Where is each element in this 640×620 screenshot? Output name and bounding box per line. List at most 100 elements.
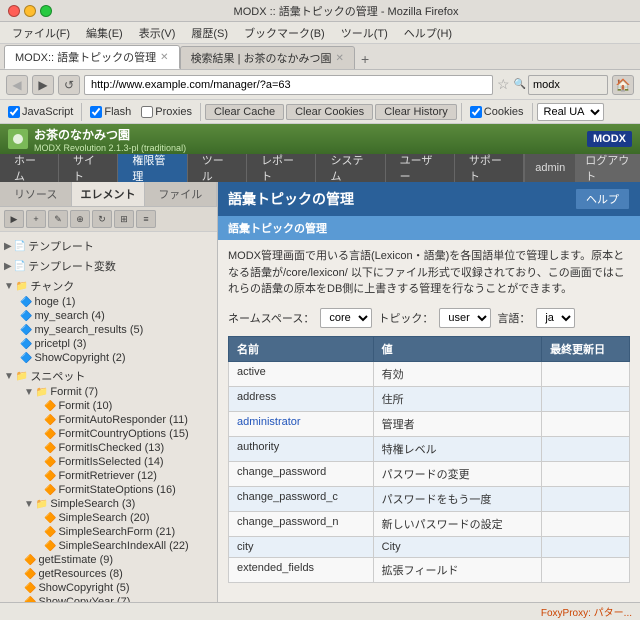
new-tab-button[interactable]: + (355, 49, 375, 69)
menu-file[interactable]: ファイル(F) (4, 23, 78, 43)
tab-search[interactable]: 検索結果 | お茶のなかみつ園 ✕ (180, 46, 355, 69)
back-button[interactable]: ◀ (6, 75, 28, 95)
tree-leaf-formitchecked[interactable]: 🔶 FormitIsChecked (13) (40, 441, 217, 455)
tree-item-snippet-folder: ▼ 📁 スニペット ▼ 📁 Formit (7) 🔶 Formit (10) (0, 366, 217, 602)
nav-report[interactable]: レポート (247, 154, 316, 182)
site-header: お茶のなかみつ園 MODX Revolution 2.1.3-pl (tradi… (0, 124, 640, 154)
tree-folder-chunk[interactable]: ▼ 📁 チャンク (0, 277, 217, 295)
proxies-toggle[interactable]: Proxies (137, 105, 196, 119)
menu-edit[interactable]: 編集(E) (78, 23, 131, 43)
maximize-button[interactable] (40, 5, 52, 17)
clear-cookies-button[interactable]: Clear Cookies (286, 104, 373, 120)
sidebar-tab-elements[interactable]: エレメント (72, 182, 144, 206)
tree-leaf-hoge[interactable]: 🔷 hoge (1) (16, 295, 217, 309)
lang-select[interactable]: ja (536, 308, 575, 328)
content-description: MODX管理画面で用いる言語(Lexicon・語彙)を各国語単位で管理します。原… (228, 248, 630, 298)
flash-checkbox[interactable] (90, 106, 102, 118)
sidebar-btn-1[interactable]: ▶ (4, 210, 24, 228)
clear-cache-button[interactable]: Clear Cache (205, 104, 284, 120)
tab-close-modx[interactable]: ✕ (160, 52, 168, 63)
namespace-select[interactable]: core (320, 308, 372, 328)
tree-label-tv: テンプレート変数 (28, 258, 116, 274)
tv-icon: 📄 (14, 261, 26, 272)
tree-leaf-simplesearchindexall[interactable]: 🔶 SimpleSearchIndexAll (22) (40, 539, 217, 553)
tree-folder-simplesearch[interactable]: ▼ 📁 SimpleSearch (3) (16, 497, 217, 511)
topic-select[interactable]: user (439, 308, 491, 328)
tree-leaf-simplesearch20[interactable]: 🔶 SimpleSearch (20) (40, 511, 217, 525)
tree-leaf-showcopyright[interactable]: 🔷 ShowCopyright (2) (16, 351, 217, 365)
menu-view[interactable]: 表示(V) (131, 23, 184, 43)
tree-folder-tv[interactable]: ▶ 📄 テンプレート変数 (0, 257, 217, 275)
nav-support[interactable]: サポート (455, 154, 524, 182)
proxies-checkbox[interactable] (141, 106, 153, 118)
tree-leaf-simplesearchform[interactable]: 🔶 SimpleSearchForm (21) (40, 525, 217, 539)
menu-help[interactable]: ヘルプ(H) (396, 23, 460, 43)
address-input[interactable] (84, 75, 493, 95)
cell-name-link[interactable]: administrator (237, 416, 301, 428)
sidebar-btn-2[interactable]: + (26, 210, 46, 228)
sidebar-tab-resources[interactable]: リソース (0, 182, 72, 206)
nav-site[interactable]: サイト (59, 154, 118, 182)
cell-name: address (229, 386, 374, 411)
tree-folder-formit[interactable]: ▼ 📁 Formit (7) (16, 385, 217, 399)
tree-leaf-formitauto[interactable]: 🔶 FormitAutoResponder (11) (40, 413, 217, 427)
nav-user[interactable]: ユーザー (386, 154, 455, 182)
cell-name: active (229, 361, 374, 386)
reload-button[interactable]: ↺ (58, 75, 80, 95)
search-input[interactable] (528, 75, 608, 95)
cookies-checkbox[interactable] (470, 106, 482, 118)
help-button[interactable]: ヘルプ (575, 188, 630, 210)
cookies-toggle[interactable]: Cookies (466, 105, 528, 119)
expand-icon-snippet: ▼ (4, 371, 14, 382)
cell-name: administrator (229, 411, 374, 436)
tree-leaf-formit10[interactable]: 🔶 Formit (10) (40, 399, 217, 413)
home-button[interactable]: 🏠 (612, 75, 634, 95)
sidebar-btn-6[interactable]: ⊞ (114, 210, 134, 228)
sidebar-btn-7[interactable]: ≡ (136, 210, 156, 228)
menu-history[interactable]: 履歴(S) (183, 23, 236, 43)
sidebar-btn-4[interactable]: ⊕ (70, 210, 90, 228)
snippet-icon-3: 🔶 (44, 429, 56, 440)
nav-system[interactable]: システム (316, 154, 385, 182)
clear-history-button[interactable]: Clear History (375, 104, 457, 120)
window-controls[interactable] (8, 5, 52, 17)
nav-home[interactable]: ホーム (0, 154, 59, 182)
table-row: extended_fields拡張フィールド (229, 557, 630, 582)
minimize-button[interactable] (24, 5, 36, 17)
menu-tools[interactable]: ツール(T) (333, 23, 396, 43)
close-button[interactable] (8, 5, 20, 17)
ua-select[interactable]: Real UA (537, 103, 604, 121)
javascript-toggle[interactable]: JavaScript (4, 105, 77, 119)
forward-button[interactable]: ▶ (32, 75, 54, 95)
tree-leaf-showcopyright2[interactable]: 🔶 ShowCopyright (5) (16, 581, 217, 595)
sidebar-btn-5[interactable]: ↻ (92, 210, 112, 228)
cell-value: City (373, 536, 541, 557)
cell-date (542, 386, 630, 411)
tree-leaf-formitretriever[interactable]: 🔶 FormitRetriever (12) (40, 469, 217, 483)
sidebar-tab-files[interactable]: ファイル (145, 182, 217, 206)
bookmark-star-icon[interactable]: ☆ (497, 76, 510, 93)
flash-toggle[interactable]: Flash (86, 105, 135, 119)
nav-admin[interactable]: 権限管理 (118, 154, 187, 182)
nav-logout-button[interactable]: ログアウト (575, 154, 640, 182)
menubar: ファイル(F) 編集(E) 表示(V) 履歴(S) ブックマーク(B) ツール(… (0, 22, 640, 44)
leaf-label-formit10: Formit (10) (58, 400, 112, 412)
tree-leaf-mysearch[interactable]: 🔷 my_search (4) (16, 309, 217, 323)
javascript-checkbox[interactable] (8, 106, 20, 118)
tree-leaf-getresources[interactable]: 🔶 getResources (8) (16, 567, 217, 581)
nav-tools[interactable]: ツール (188, 154, 247, 182)
menu-bookmarks[interactable]: ブックマーク(B) (236, 23, 333, 43)
tree-folder-templates[interactable]: ▶ 📄 テンプレート (0, 237, 217, 255)
tab-close-search[interactable]: ✕ (336, 53, 344, 64)
nav-admin-label[interactable]: admin (524, 154, 575, 182)
tree-leaf-formitselected[interactable]: 🔶 FormitIsSelected (14) (40, 455, 217, 469)
tree-leaf-pricetpl[interactable]: 🔷 pricetpl (3) (16, 337, 217, 351)
tree-leaf-showcopyear[interactable]: 🔶 ShowCopyYear (7) (16, 595, 217, 602)
tree-leaf-getestimate[interactable]: 🔶 getEstimate (9) (16, 553, 217, 567)
sidebar-btn-3[interactable]: ✎ (48, 210, 68, 228)
tree-leaf-mysearchresults[interactable]: 🔷 my_search_results (5) (16, 323, 217, 337)
tab-modx[interactable]: MODX:: 語彙トピックの管理 ✕ (4, 45, 180, 69)
tree-folder-snippets[interactable]: ▼ 📁 スニペット (0, 367, 217, 385)
tree-leaf-formitstate[interactable]: 🔶 FormitStateOptions (16) (40, 483, 217, 497)
tree-leaf-formitcountry[interactable]: 🔶 FormitCountryOptions (15) (40, 427, 217, 441)
